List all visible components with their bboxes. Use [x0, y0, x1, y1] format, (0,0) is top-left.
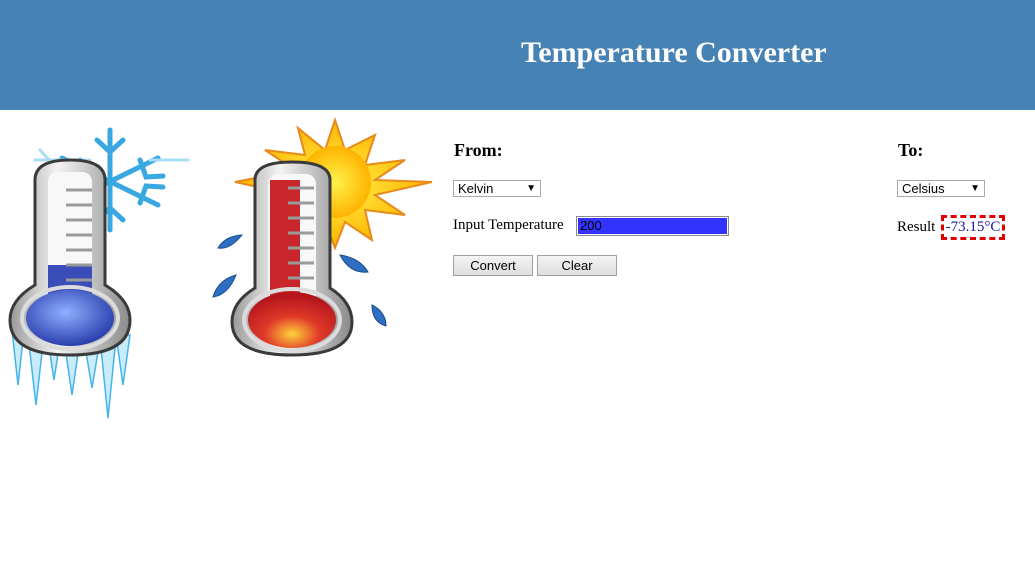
from-unit-selected: Kelvin — [458, 181, 494, 196]
cold-thermometer-icon — [8, 127, 190, 419]
from-label: From: — [454, 140, 503, 160]
temperature-input[interactable]: 200 — [576, 216, 729, 236]
chevron-down-icon: ▼ — [970, 183, 980, 194]
to-label: To: — [898, 140, 924, 160]
to-unit-select[interactable]: Celsius ▼ — [897, 180, 985, 197]
clear-button[interactable]: Clear — [537, 255, 617, 276]
header-banner: Temperature Converter — [0, 0, 1035, 110]
result-value: -73.15°C — [941, 215, 1005, 240]
convert-button[interactable]: Convert — [453, 255, 533, 276]
hot-thermometer-icon — [212, 116, 433, 357]
chevron-down-icon: ▼ — [526, 183, 536, 194]
page-title: Temperature Converter — [521, 36, 827, 69]
thermometer-illustration — [8, 116, 433, 419]
from-unit-select[interactable]: Kelvin ▼ — [453, 180, 541, 197]
temperature-input-value: 200 — [578, 218, 727, 234]
input-temperature-label: Input Temperature — [453, 217, 564, 233]
to-unit-selected: Celsius — [902, 181, 945, 196]
result-label: Result — [897, 219, 936, 235]
